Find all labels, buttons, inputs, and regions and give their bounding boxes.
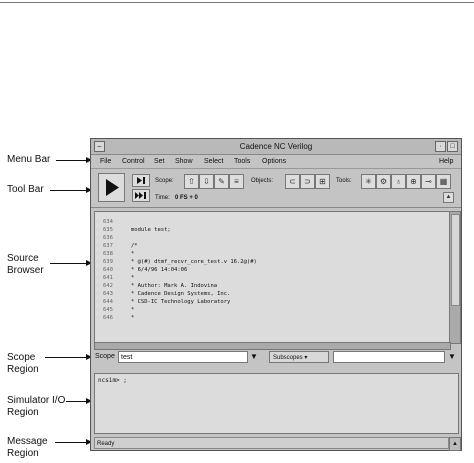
scope-up-icon[interactable]: ⇧	[184, 174, 199, 189]
source-line-code: module test;	[131, 227, 171, 233]
subscopes-label: Subscopes	[273, 355, 303, 361]
scope-down-icon[interactable]: ⇩	[199, 174, 214, 189]
scope-input[interactable]: test	[118, 351, 248, 363]
objects-set-icon[interactable]: ⊞	[315, 174, 330, 189]
source-vertical-scrollbar[interactable]	[449, 211, 461, 344]
fast-forward-icon	[135, 192, 146, 199]
top-rule	[0, 2, 474, 3]
simulator-io-arrow	[66, 398, 92, 404]
objects-tool-label: Objects:	[251, 178, 274, 184]
step-icon	[137, 177, 145, 184]
menu-show[interactable]: Show	[175, 155, 193, 168]
menu-tools[interactable]: Tools	[234, 155, 250, 168]
source-line-number: 635	[103, 227, 113, 233]
source-line-number: 644	[103, 299, 113, 305]
source-browser-annotation-line1: Source	[7, 253, 39, 264]
message-region: Ready	[94, 437, 449, 449]
source-line-number: 643	[103, 291, 113, 297]
tool-bar-annotation: Tool Bar	[7, 184, 44, 195]
tool-signalscan-icon[interactable]: ✳	[361, 174, 376, 189]
source-line-code: *	[131, 275, 135, 281]
source-browser-arrow	[50, 260, 92, 266]
tools-label: Tools:	[336, 178, 352, 184]
scope-region-annotation-line2: Region	[7, 364, 39, 375]
menu-set[interactable]: Set	[154, 155, 165, 168]
window-title: Cadence NC Verilog	[239, 142, 313, 151]
message-region-arrow	[55, 439, 92, 445]
menu-bar-annotation: Menu Bar	[7, 154, 51, 165]
menu-help[interactable]: Help	[439, 155, 453, 168]
source-line-code: *	[131, 251, 135, 257]
menu-bar-arrow	[56, 157, 92, 163]
play-icon	[106, 179, 119, 196]
source-line-number: 646	[103, 315, 113, 321]
scope-describe-icon[interactable]: ≡	[229, 174, 244, 189]
source-line-code: *	[131, 307, 135, 313]
menu-file[interactable]: File	[100, 155, 111, 168]
tool-gear-icon[interactable]: ⚙	[376, 174, 391, 189]
scope-region-label: Scope	[95, 353, 115, 360]
scope-tool-label: Scope:	[155, 178, 174, 184]
source-browser[interactable]: 634 635 module test; 636 637 /* 638 * 639 * @(#…	[94, 211, 451, 344]
simulator-prompt: ncsim> ;	[98, 377, 127, 384]
source-line-number: 636	[103, 235, 113, 241]
source-line-code: *	[131, 315, 135, 321]
source-browser-annotation-line2: Browser	[7, 265, 44, 276]
maximize-icon[interactable]: □	[447, 141, 458, 152]
time-label: Time:	[155, 195, 170, 201]
source-line-number: 634	[103, 219, 113, 225]
source-scroll-thumb[interactable]	[451, 214, 460, 306]
status-text: Ready	[97, 441, 115, 447]
scope-region: Scope test ▼ Subscopes ▾ ▼	[91, 350, 461, 367]
objects-value-icon[interactable]: ⊂	[285, 174, 300, 189]
menu-control[interactable]: Control	[122, 155, 145, 168]
scope-region-arrow	[45, 354, 92, 360]
source-line-number: 641	[103, 275, 113, 281]
source-line-number: 642	[103, 283, 113, 289]
menu-select[interactable]: Select	[204, 155, 223, 168]
scope-dropdown-icon[interactable]: ▼	[250, 351, 261, 363]
menu-bar: File Control Set Show Select Tools Optio…	[91, 155, 461, 169]
tool-target-icon[interactable]: ⊕	[406, 174, 421, 189]
tool-grid-icon[interactable]: ▦	[436, 174, 451, 189]
source-line-number: 638	[103, 251, 113, 257]
tool-bar-arrow	[50, 187, 92, 193]
scope-region-annotation-line1: Scope	[7, 352, 36, 363]
title-bar: – Cadence NC Verilog · □	[91, 139, 461, 155]
message-region-annotation-line2: Region	[7, 448, 39, 459]
tool-bar: Scope: ⇧ ⇩ ✎ ≡ Objects: ⊂ ⊃ ⊞ Tools: ✳ ⚙…	[91, 169, 461, 208]
source-horizontal-scrollbar[interactable]	[94, 342, 451, 350]
simulator-io-annotation-line1: Simulator I/O	[7, 395, 66, 406]
source-line-code: * 6/4/96 14:04:06	[131, 267, 188, 273]
source-line-number: 640	[103, 267, 113, 273]
message-expand-icon[interactable]: ▲	[449, 437, 461, 451]
subscopes-field[interactable]	[333, 351, 445, 363]
window-menu-icon[interactable]: –	[94, 141, 105, 152]
subscopes-button[interactable]: Subscopes ▾	[269, 351, 329, 363]
nc-verilog-window: – Cadence NC Verilog · □ File Control Se…	[90, 138, 462, 451]
objects-watch-icon[interactable]: ⊃	[300, 174, 315, 189]
message-region-annotation-line1: Message	[7, 436, 48, 447]
source-line-number: 645	[103, 307, 113, 313]
next-button[interactable]	[132, 189, 150, 202]
source-line-code: * Cadence Design Systems, Inc.	[131, 291, 231, 297]
tool-probe-icon[interactable]: ♁	[391, 174, 406, 189]
source-line-code: * @(#) dtmf_recvr_core_test.v 16.2@(#)	[131, 259, 257, 265]
time-value: 0 FS + 0	[175, 195, 198, 201]
source-line-code: * CSD-IC Technology Laboratory	[131, 299, 231, 305]
scope-edit-icon[interactable]: ✎	[214, 174, 229, 189]
collapse-up-icon[interactable]: ▲	[443, 192, 454, 203]
simulator-io-region[interactable]: ncsim> ;	[94, 373, 459, 434]
minimize-icon[interactable]: ·	[435, 141, 446, 152]
run-button[interactable]	[98, 173, 125, 202]
source-line-code: * Author: Mark A. Indovina	[131, 283, 218, 289]
source-line-number: 637	[103, 243, 113, 249]
source-line-number: 639	[103, 259, 113, 265]
menu-options[interactable]: Options	[262, 155, 286, 168]
subscopes-dropdown-icon[interactable]: ▼	[448, 351, 459, 363]
step-button[interactable]	[132, 174, 150, 187]
tool-connect-icon[interactable]: ⊸	[421, 174, 436, 189]
source-line-code: /*	[131, 243, 138, 249]
simulator-io-annotation-line2: Region	[7, 407, 39, 418]
